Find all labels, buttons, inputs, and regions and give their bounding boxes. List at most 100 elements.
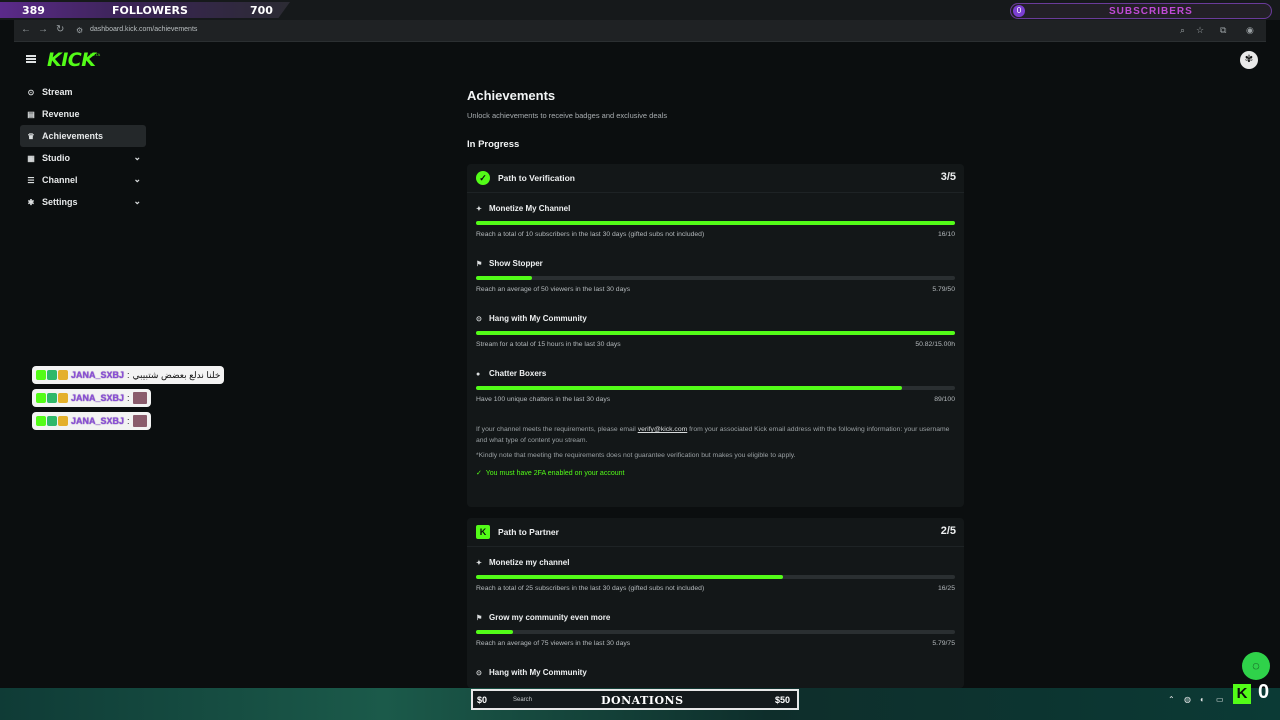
- microphone-icon[interactable]: ◐: [1200, 695, 1205, 704]
- chevron-down-icon[interactable]: ⌄: [133, 196, 141, 207]
- achievement-task: ● Chatter Boxers Have 100 unique chatters…: [467, 358, 964, 413]
- profile-icon[interactable]: ◉: [1246, 25, 1254, 36]
- twofa-requirement: ✓ You must have 2FA enabled on your acco…: [467, 469, 964, 477]
- task-value: 16/25: [937, 585, 955, 592]
- donation-start-amount: $0: [477, 695, 488, 705]
- progress-fill: [476, 331, 955, 335]
- task-value: 5.79/50: [932, 286, 955, 293]
- achievement-task: ⊙ Hang with My Community: [467, 657, 964, 688]
- tray-chevron-icon[interactable]: ⌃: [1168, 695, 1175, 704]
- tray-app-icon[interactable]: ◍: [1184, 695, 1191, 704]
- page-subtitle: Unlock achievements to receive badges an…: [467, 111, 668, 120]
- menu-icon[interactable]: [26, 55, 36, 63]
- emote-image: [132, 415, 147, 427]
- task-title: Grow my community even more: [489, 613, 611, 622]
- verified-badge-icon: ✓: [476, 171, 490, 185]
- zoom-icon[interactable]: ⌕: [1180, 25, 1185, 36]
- achievement-task: ⚑ Show Stopper Reach an average of 50 vie…: [467, 248, 964, 303]
- chat-separator: :: [127, 416, 130, 426]
- chat-message: JANA_SXBJ :: [32, 389, 151, 407]
- donation-goal-amount: $50: [775, 695, 791, 705]
- instructions-text: If your channel meets the requirements, …: [476, 426, 638, 433]
- task-value: 89/100: [934, 396, 955, 403]
- task-description: Reach an average of 50 viewers in the la…: [476, 286, 631, 293]
- task-description: Reach a total of 25 subscribers in the l…: [476, 585, 705, 592]
- achievement-task: ⚑ Grow my community even more Reach an av…: [467, 602, 964, 657]
- sidebar-item-studio[interactable]: ▦ Studio ⌄: [20, 147, 146, 169]
- progress-track: [476, 331, 955, 335]
- sidebar-item-label: Stream: [42, 87, 73, 97]
- gem-badge-icon: [47, 393, 57, 403]
- followers-goal: 700: [250, 4, 273, 17]
- site-info-icon[interactable]: ⚙: [76, 26, 83, 35]
- windows-taskbar: $0 Search DONATIONS $50: [0, 688, 1280, 720]
- channel-icon: ☰: [27, 175, 35, 185]
- sidebar-item-label: Achievements: [42, 131, 104, 141]
- kick-badge-icon: [36, 393, 46, 403]
- verification-card: ✓ Path to Verification 3/5 ✦ Monetize My …: [467, 164, 964, 507]
- sidebar-item-settings[interactable]: ✱ Settings ⌄: [20, 191, 146, 213]
- user-avatar[interactable]: ✾: [1240, 51, 1258, 69]
- partner-card: K Path to Partner 2/5 ✦ Monetize my chann…: [467, 518, 964, 688]
- back-icon[interactable]: ←: [21, 24, 31, 35]
- task-title: Show Stopper: [489, 259, 543, 268]
- card-progress-count: 3/5: [940, 171, 956, 183]
- task-value: 5.79/75: [932, 640, 955, 647]
- achievements-header: Achievements Unlock achievements to rece…: [467, 88, 965, 150]
- kick-logo[interactable]: KICK: [47, 49, 96, 71]
- taskbar-search[interactable]: Search: [513, 697, 532, 703]
- sparkle-icon: ✦: [476, 206, 482, 213]
- broadcast-icon: ⊙: [476, 316, 482, 323]
- sidebar-item-stream[interactable]: ⊙ Stream: [20, 81, 146, 103]
- verification-disclaimer: *Kindly note that meeting the requiremen…: [476, 452, 796, 459]
- display-icon[interactable]: ▭: [1216, 695, 1224, 704]
- card-title: Path to Verification: [498, 173, 575, 183]
- chat-toggle-icon[interactable]: ◌: [1242, 652, 1270, 680]
- reload-icon[interactable]: ↻: [56, 24, 64, 35]
- verify-email-link[interactable]: verify@kick.com: [638, 426, 688, 433]
- task-value: 16/10: [937, 231, 955, 238]
- forward-icon[interactable]: →: [38, 24, 48, 35]
- broadcast-icon: ⊙: [476, 670, 482, 677]
- sidebar-nav: ⊙ Stream ▤ Revenue ♛ Achievements ▦ Stud…: [20, 81, 146, 213]
- chevron-down-icon[interactable]: ⌄: [133, 174, 141, 185]
- subscribers-count: 0: [1013, 5, 1025, 17]
- card-title: Path to Partner: [498, 527, 559, 537]
- followers-current: 389: [22, 4, 45, 17]
- achievement-task: ✦ Monetize my channel Reach a total of 25…: [467, 547, 964, 602]
- donations-label: DONATIONS: [601, 694, 684, 707]
- address-bar[interactable]: dashboard.kick.com/achievements: [90, 26, 197, 33]
- card-progress-count: 2/5: [940, 525, 956, 537]
- kick-k-icon: K: [476, 525, 490, 539]
- stream-overlay-top: 389 FOLLOWERS 700 0 SUBSCRIBERS: [0, 0, 1280, 20]
- crown-badge-icon: [58, 370, 68, 380]
- progress-track: [476, 575, 955, 579]
- progress-fill: [476, 276, 532, 280]
- card-header: ✓ Path to Verification 3/5: [467, 164, 964, 193]
- sparkle-icon: ✦: [476, 560, 482, 567]
- chevron-down-icon[interactable]: ⌄: [133, 152, 141, 163]
- sidebar-item-channel[interactable]: ☰ Channel ⌄: [20, 169, 146, 191]
- audience-icon: ⚑: [476, 261, 483, 268]
- studio-icon: ▦: [27, 153, 35, 163]
- chat-text: خلنا ندلع بعضض شتبيبي: [132, 369, 221, 380]
- task-title: Monetize My Channel: [489, 204, 571, 213]
- chat-username: JANA_SXBJ: [71, 416, 125, 426]
- extensions-icon[interactable]: ⧉: [1220, 25, 1226, 36]
- audience-icon: ⚑: [476, 615, 483, 622]
- sidebar-item-achievements[interactable]: ♛ Achievements: [20, 125, 146, 147]
- progress-track: [476, 386, 955, 390]
- progress-fill: [476, 386, 903, 390]
- achievement-task: ✦ Monetize My Channel Reach a total of 10…: [467, 193, 964, 248]
- donations-overlay: $0 Search DONATIONS $50: [471, 689, 799, 710]
- task-title: Chatter Boxers: [489, 369, 547, 378]
- subscribers-goal-bar: 0 SUBSCRIBERS: [1010, 3, 1272, 19]
- task-title: Hang with My Community: [489, 314, 587, 323]
- progress-fill: [476, 221, 955, 225]
- followers-label: FOLLOWERS: [112, 4, 188, 17]
- bookmark-star-icon[interactable]: ☆: [1196, 25, 1204, 36]
- task-title: Hang with My Community: [489, 668, 587, 677]
- gem-badge-icon: [47, 416, 57, 426]
- kick-badge-icon: [36, 370, 46, 380]
- sidebar-item-revenue[interactable]: ▤ Revenue: [20, 103, 146, 125]
